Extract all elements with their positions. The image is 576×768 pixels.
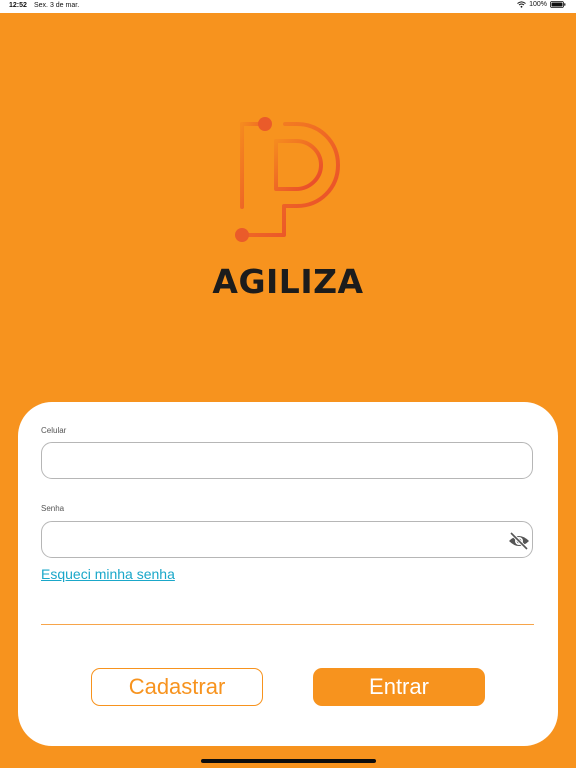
status-indicators: 100% (517, 1, 566, 8)
password-input[interactable] (42, 522, 507, 557)
wifi-icon (517, 1, 526, 8)
battery-percentage: 100% (529, 1, 547, 8)
register-button[interactable]: Cadastrar (91, 668, 263, 706)
password-field[interactable] (41, 521, 533, 558)
home-indicator (201, 759, 376, 763)
battery-icon (550, 1, 566, 8)
status-time: 12:52 (9, 2, 27, 9)
divider (41, 624, 534, 625)
phone-field[interactable] (41, 442, 533, 479)
status-date: Sex. 3 de mar. (34, 2, 80, 9)
login-button[interactable]: Entrar (313, 668, 485, 706)
status-bar: 12:52 Sex. 3 de mar. 100% (0, 0, 576, 13)
phone-input[interactable] (42, 443, 507, 478)
eye-off-icon[interactable] (508, 532, 530, 550)
password-label: Senha (41, 504, 65, 513)
forgot-password-link[interactable]: Esqueci minha senha (41, 566, 175, 582)
brand-name: AGILIZA (212, 262, 364, 301)
agiliza-logo-icon (235, 117, 340, 242)
login-card: Celular Senha Esqueci minha senha Cadast… (18, 402, 558, 746)
phone-label: Celular (41, 426, 67, 435)
